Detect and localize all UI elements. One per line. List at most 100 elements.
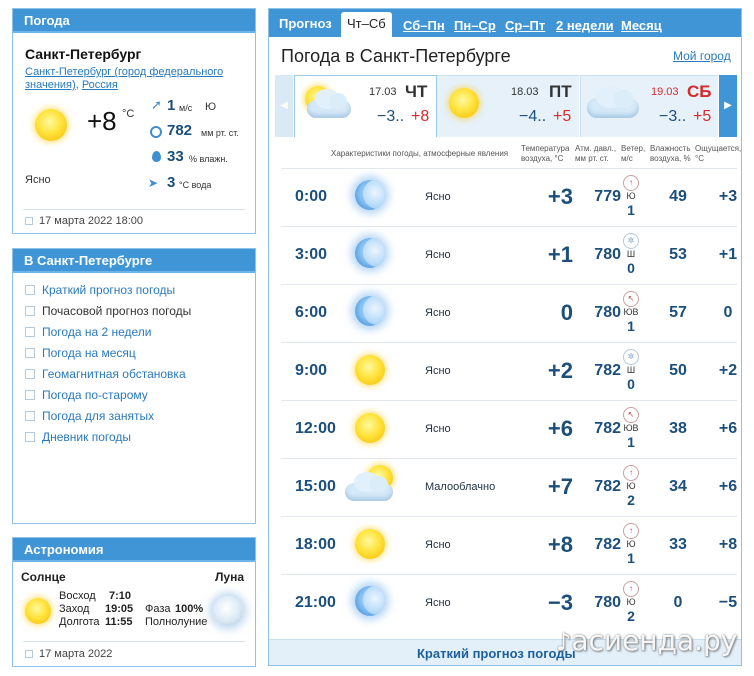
tab-mon-wed[interactable]: Пн–Ср bbox=[454, 18, 496, 33]
row-humidity: 33 bbox=[669, 536, 687, 553]
link-for-busy[interactable]: Погода для занятых bbox=[25, 409, 154, 423]
row-humidity: 50 bbox=[669, 362, 687, 379]
link-short-forecast[interactable]: Краткий прогноз погоды bbox=[25, 283, 175, 297]
row-feels-like: 0 bbox=[723, 304, 733, 321]
row-condition: Ясно bbox=[425, 539, 451, 551]
city-links-header: В Санкт-Петербурге bbox=[13, 249, 255, 273]
day-low: −3.. bbox=[377, 108, 405, 125]
row-condition: Ясно bbox=[425, 249, 451, 261]
chevron-left-icon: ◀ bbox=[280, 100, 288, 111]
row-wind-direction: Ю bbox=[626, 191, 636, 201]
tab-month[interactable]: Месяц bbox=[621, 18, 662, 33]
full-moon-icon bbox=[213, 596, 243, 626]
column-headers: Характеристики погоды, атмосферные явлен… bbox=[269, 139, 741, 169]
link-month[interactable]: Погода на месяц bbox=[25, 346, 136, 360]
link-old-style[interactable]: Погода по-старому bbox=[25, 388, 148, 402]
hour-row: 12:00 Ясно +6 782 ↖ ЮВ 1 38 +6 bbox=[281, 400, 737, 458]
my-city-link[interactable]: Мой город bbox=[673, 49, 731, 63]
col-conditions: Характеристики погоды, атмосферные явлен… bbox=[331, 149, 509, 158]
city-links-panel: В Санкт-Петербурге Краткий прогноз погод… bbox=[12, 248, 256, 524]
link-diary[interactable]: Дневник погоды bbox=[25, 430, 131, 444]
wind-direction-icon: ↑ bbox=[623, 581, 639, 597]
row-pressure: 782 bbox=[594, 362, 621, 379]
wind-arrow-icon: ➚ bbox=[151, 97, 162, 112]
link-two-weeks[interactable]: Погода на 2 недели bbox=[25, 325, 152, 339]
sunset-label: Заход bbox=[59, 603, 90, 615]
moon-icon bbox=[355, 586, 385, 616]
row-time: 0:00 bbox=[295, 188, 328, 205]
row-wind: 2 bbox=[627, 492, 635, 508]
astronomy-timestamp: 17 марта 2022 bbox=[39, 648, 113, 660]
tab-thu-sat[interactable]: Чт–Сб bbox=[341, 12, 392, 37]
row-time: 6:00 bbox=[295, 304, 328, 321]
row-pressure: 780 bbox=[594, 304, 621, 321]
sun-icon bbox=[35, 109, 67, 141]
day-card-thu[interactable]: 17.03 ЧТ −3.. +8 bbox=[294, 75, 437, 137]
cloud-icon bbox=[587, 86, 639, 118]
tab-two-weeks[interactable]: 2 недели bbox=[556, 18, 614, 33]
row-pressure: 779 bbox=[594, 188, 621, 205]
sun-icon bbox=[355, 413, 385, 443]
row-wind: 1 bbox=[627, 318, 635, 334]
next-arrow-button[interactable]: ▶ bbox=[719, 75, 737, 137]
tab-forecast[interactable]: Прогноз bbox=[279, 16, 332, 31]
row-wind: 2 bbox=[627, 608, 635, 624]
row-wind: 1 bbox=[627, 202, 635, 218]
current-condition: Ясно bbox=[25, 174, 51, 186]
row-wind: 0 bbox=[627, 260, 635, 276]
link-geomagnetic[interactable]: Геомагнитная обстановка bbox=[25, 367, 186, 381]
tab-sat-mon[interactable]: Сб–Пн bbox=[403, 18, 445, 33]
wind-direction-icon: ↖ bbox=[623, 407, 639, 423]
day-dow: СБ bbox=[687, 82, 712, 101]
row-condition: Ясно bbox=[425, 191, 451, 203]
current-temperature: +8 bbox=[87, 106, 117, 136]
row-pressure: 780 bbox=[594, 594, 621, 611]
sunset-time: 19:05 bbox=[105, 603, 134, 615]
tab-wed-fri[interactable]: Ср–Пт bbox=[505, 18, 545, 33]
wind-direction: Ю bbox=[205, 101, 217, 113]
cloud-icon bbox=[307, 89, 351, 118]
pressure-icon bbox=[150, 126, 162, 138]
hour-row: 3:00 Ясно +1 780 ✲ Ш 0 53 +1 bbox=[281, 226, 737, 284]
daylength-label: Долгота bbox=[59, 616, 100, 628]
divider bbox=[23, 641, 245, 642]
region-link-2[interactable]: значения) bbox=[25, 79, 76, 91]
calendar-icon bbox=[25, 217, 33, 225]
astronomy-panel: Астрономия Солнце Луна Восход 7:10 Заход… bbox=[12, 537, 256, 667]
country-link[interactable]: Россия bbox=[82, 79, 118, 91]
col-feels-line1: Ощущается, bbox=[695, 144, 742, 153]
watermark-logo-icon: ♪ bbox=[556, 628, 572, 656]
row-condition: Ясно bbox=[425, 597, 451, 609]
col-pressure-line2: мм рт. ст. bbox=[575, 154, 609, 163]
moon-icon bbox=[355, 238, 385, 268]
region-link[interactable]: Санкт-Петербург (город федерального bbox=[25, 66, 223, 78]
day-card-sat[interactable]: 19.03 СБ −3.. +5 bbox=[580, 75, 718, 137]
col-temp: Температура воздуха, °С bbox=[521, 144, 569, 164]
col-pressure-line1: Атм. давл., bbox=[575, 144, 617, 153]
row-temperature: 0 bbox=[560, 300, 573, 325]
row-time: 18:00 bbox=[295, 536, 336, 553]
day-dow: ЧТ bbox=[405, 82, 428, 101]
row-temperature: +8 bbox=[547, 532, 573, 557]
row-wind-direction: Ю bbox=[626, 539, 636, 549]
region-links: Санкт-Петербург (город федерального знач… bbox=[25, 66, 255, 92]
col-humidity: Влажность воздуха, % bbox=[650, 144, 691, 164]
row-wind-direction: Ш bbox=[626, 249, 636, 259]
day-card-fri[interactable]: 18.03 ПТ −4.. +5 bbox=[437, 75, 579, 137]
row-pressure: 780 bbox=[594, 246, 621, 263]
hour-row: 6:00 Ясно 0 780 ↖ ЮВ 1 57 0 bbox=[281, 284, 737, 342]
short-forecast-link[interactable]: Краткий прогноз погоды bbox=[417, 646, 576, 661]
wind-direction-icon: ↑ bbox=[623, 523, 639, 539]
row-condition: Ясно bbox=[425, 423, 451, 435]
day-date: 17.03 bbox=[369, 86, 397, 98]
row-condition: Ясно bbox=[425, 307, 451, 319]
hour-row: 0:00 Ясно +3 779 ↑ Ю 1 49 +3 bbox=[281, 168, 737, 226]
prev-arrow-button[interactable]: ◀ bbox=[275, 75, 293, 137]
link-hourly-forecast[interactable]: Почасовой прогноз погоды bbox=[25, 304, 191, 318]
current-temperature-unit: °C bbox=[122, 108, 135, 120]
moon-phase-label: Фаза bbox=[145, 603, 171, 615]
current-weather-header: Погода bbox=[13, 9, 255, 33]
row-wind-direction: Ю bbox=[626, 597, 636, 607]
row-wind-direction: ЮВ bbox=[623, 423, 639, 433]
row-feels-like: +2 bbox=[718, 362, 738, 379]
